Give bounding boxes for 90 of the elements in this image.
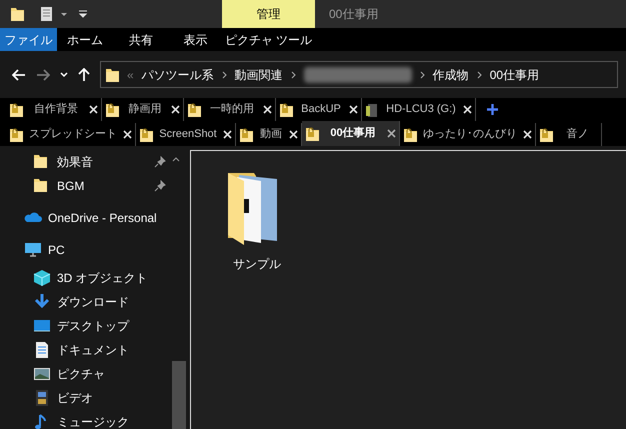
chevron-down-icon	[60, 72, 68, 78]
dropdown-icon	[60, 10, 68, 18]
item-label: ダウンロード	[57, 294, 130, 311]
item-label: 効果音	[57, 154, 94, 171]
tab-label: 一時的用	[209, 102, 255, 118]
close-icon	[349, 105, 358, 114]
sidebar-item[interactable]: ビデオ	[0, 386, 170, 410]
tab-label: 00仕事用	[329, 126, 377, 142]
close-icon	[387, 129, 396, 138]
tab-label: BackUP	[300, 102, 342, 118]
ribbon-tab[interactable]: ファイル	[0, 28, 57, 51]
pin-icon	[154, 180, 166, 192]
file-item[interactable]: サンプル	[221, 169, 293, 273]
folder-icon	[10, 6, 24, 22]
locked-folder-icon	[239, 126, 253, 142]
context-tab[interactable]: 管理	[222, 0, 315, 28]
item-label: ビデオ	[57, 390, 94, 407]
locked-folder-icon	[279, 102, 293, 118]
forward-arrow-icon	[36, 68, 50, 80]
back-arrow-icon	[12, 68, 26, 80]
item-label: PC	[48, 242, 66, 259]
drive-icon	[365, 102, 379, 118]
tab-label: 自作背景	[33, 102, 79, 118]
locked-folder-icon	[105, 102, 119, 118]
chevron-right-icon	[222, 70, 227, 78]
monitor-icon	[24, 241, 42, 259]
locked-folder-icon	[305, 126, 319, 142]
item-label: ピクチャ	[57, 366, 106, 383]
sidebar-item[interactable]: OneDrive - Personal	[0, 206, 170, 230]
sidebar-item[interactable]: ピクチャ	[0, 362, 170, 386]
sidebar-item[interactable]: PC	[0, 238, 170, 262]
sidebar-item[interactable]: ダウンロード	[0, 290, 170, 314]
tab-label: ゆったり･のんびり	[422, 127, 518, 142]
locked-folder-icon	[539, 126, 553, 142]
close-icon	[123, 130, 132, 139]
sidebar-item[interactable]: ミュージック	[0, 410, 170, 429]
chevron-right-icon	[290, 70, 296, 78]
address-bar[interactable]: « パソツール系 動画関連 作成物 00仕事用	[100, 61, 618, 88]
down-arrow-icon	[33, 293, 51, 311]
folder-tab[interactable]: 00仕事用	[302, 121, 400, 146]
breadcrumb-segment[interactable]: 動画関連	[234, 66, 283, 84]
scroll-up-icon	[172, 156, 180, 162]
item-label: ミュージック	[57, 414, 130, 429]
tab-label: 静画用	[128, 102, 162, 118]
locked-folder-icon	[9, 126, 23, 142]
tab-label: ScreenShot	[158, 127, 218, 142]
sidebar-item[interactable]: BGM	[0, 174, 170, 198]
cube-icon	[33, 269, 51, 287]
up-arrow-icon	[78, 68, 90, 82]
item-label: OneDrive - Personal	[48, 210, 158, 227]
close-icon	[263, 105, 272, 114]
item-label: デスクトップ	[57, 318, 130, 335]
close-icon	[523, 130, 532, 139]
file-name: サンプル	[233, 256, 281, 273]
sidebar-item[interactable]: 効果音	[0, 150, 170, 174]
breadcrumb-segment[interactable]: パソツール系	[142, 66, 214, 84]
customize-toolbar-icon	[78, 9, 88, 19]
chevron-right-icon	[420, 70, 425, 78]
window-title: 00仕事用	[328, 6, 378, 23]
sidebar-item[interactable]: 3D オブジェクト	[0, 266, 170, 290]
tab-label: 音ノ	[566, 126, 590, 142]
film-icon	[33, 389, 51, 407]
picture-icon	[33, 365, 51, 383]
locked-folder-icon	[9, 102, 23, 118]
close-icon	[171, 105, 180, 114]
item-label: BGM	[57, 178, 86, 195]
tab-label: HD-LCU3 (G:)	[385, 102, 457, 118]
locked-folder-icon	[139, 126, 153, 142]
breadcrumb-segment[interactable]: 作成物	[432, 66, 469, 84]
pin-icon	[154, 156, 166, 168]
chevron-right-icon	[476, 70, 482, 78]
document-icon	[33, 341, 51, 359]
close-icon	[89, 105, 98, 114]
close-icon	[289, 130, 298, 139]
new-tab-plus-icon	[486, 103, 499, 116]
tab-label: 動画	[259, 127, 283, 142]
item-label: 3D オブジェクト	[57, 270, 149, 287]
close-icon	[463, 105, 472, 114]
item-label: ドキュメント	[57, 342, 130, 359]
overflow-chevron: «	[127, 66, 134, 84]
properties-icon	[40, 6, 54, 22]
locked-folder-icon	[187, 102, 201, 118]
sidebar-item[interactable]: ドキュメント	[0, 338, 170, 362]
close-icon	[223, 130, 232, 139]
tab-label: スプレッドシート	[28, 126, 118, 142]
scrollbar-thumb[interactable]	[172, 361, 186, 429]
sidebar-item[interactable]: デスクトップ	[0, 314, 170, 338]
folder-icon	[105, 66, 119, 82]
breadcrumb-segment[interactable]: 00仕事用	[490, 66, 540, 84]
locked-folder-icon	[403, 126, 417, 142]
